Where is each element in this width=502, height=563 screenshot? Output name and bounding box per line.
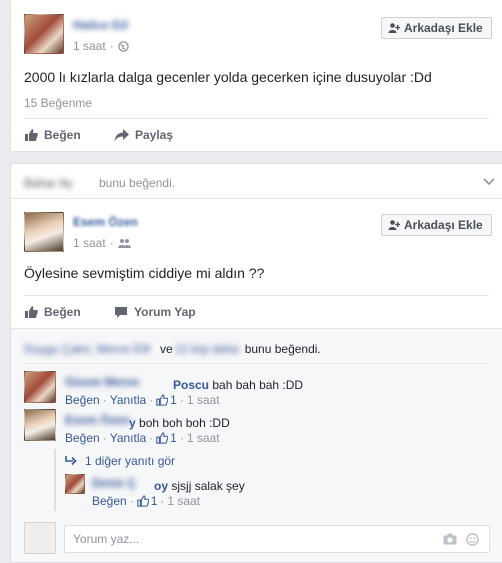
add-friend-icon — [388, 22, 401, 34]
author-name-text: Esem Özen — [73, 215, 138, 229]
reply-thread-line — [54, 449, 56, 511]
comment-reply-link[interactable]: Yanıtla — [110, 393, 146, 407]
story-divider — [11, 198, 502, 199]
comment-text: boh boh boh :DD — [139, 416, 230, 430]
replier-avatar[interactable] — [65, 474, 85, 494]
post-meta: 1 saat · — [73, 236, 131, 250]
likers-summary: Duygu Çakır, Merve Elif ve 12 kişi daha … — [24, 342, 321, 356]
commenter-name[interactable]: Poscu — [173, 378, 209, 392]
comment-time[interactable]: 1 saat — [187, 393, 220, 407]
share-icon — [114, 128, 129, 141]
commenter-avatar[interactable] — [24, 409, 56, 441]
comment-body: Gizem Merve Poscu bah bah bah :DD — [65, 375, 303, 392]
comment-label: Yorum Yap — [134, 305, 196, 319]
comment-reply-link[interactable]: Yanıtla — [110, 431, 146, 445]
like-label: Beğen — [44, 128, 81, 142]
reply-arrow-icon — [65, 456, 77, 466]
post-card-1: Hatice Ed 1 saat · Arkadaşı Ekle 2000 lı… — [10, 0, 502, 152]
friends-icon[interactable] — [117, 238, 131, 248]
post-meta: 1 saat · — [73, 39, 129, 53]
post-time[interactable]: 1 saat — [73, 236, 106, 250]
divider — [24, 295, 489, 296]
author-name[interactable]: Hatice Ed — [73, 18, 128, 32]
reply: Deniz Çoy sjsjj salak şey Beğen · 1 · 1 … — [65, 472, 465, 512]
globe-icon[interactable] — [117, 40, 129, 52]
author-avatar[interactable] — [24, 14, 64, 54]
like-count-icon — [156, 394, 169, 406]
comment: Gizem Merve Poscu bah bah bah :DD Beğen ·… — [24, 371, 484, 407]
post-text: Öylesine sevmiştim ciddiye mi aldın ?? — [24, 265, 265, 281]
like-count-icon — [156, 432, 169, 444]
like-button[interactable]: Beğen — [24, 128, 81, 142]
commenter-name[interactable]: y — [129, 416, 136, 430]
add-friend-icon — [388, 219, 401, 231]
post-time[interactable]: 1 saat — [73, 39, 106, 53]
like-label: Beğen — [44, 305, 81, 319]
commenter-name-hidden[interactable]: Gizem Merve — [65, 375, 173, 389]
comment-input[interactable]: Yorum yaz... — [64, 525, 490, 553]
commenter-avatar[interactable] — [24, 371, 56, 403]
story-header: Bahar Ay bunu beğendi. — [24, 176, 175, 190]
reply-text: sjsjj salak şey — [171, 479, 245, 493]
reply-actions: Beğen · 1 · 1 saat — [92, 494, 201, 508]
add-friend-label: Arkadaşı Ekle — [404, 21, 483, 35]
replier-name-hidden[interactable]: Deniz Ç — [92, 476, 154, 490]
comment-button[interactable]: Yorum Yap — [114, 305, 196, 319]
my-avatar[interactable] — [24, 522, 56, 554]
divider — [24, 118, 489, 119]
comment-body: Esem Özeny boh boh boh :DD — [65, 413, 230, 430]
comment: Esem Özeny boh boh boh :DD Beğen · Yanıt… — [24, 409, 484, 445]
comment-time[interactable]: 1 saat — [187, 431, 220, 445]
thumbs-up-icon — [25, 129, 38, 141]
reply-like-count[interactable]: 1 — [151, 494, 158, 508]
like-count-icon — [137, 495, 149, 507]
likers-and: ve — [160, 342, 173, 356]
comment-actions: Beğen · Yanıtla · 1 · 1 saat — [65, 393, 220, 407]
likers-names[interactable]: Duygu Çakır, Merve Elif — [24, 342, 158, 356]
post-text: 2000 lı kızlarla dalga gecenler yolda ge… — [24, 69, 432, 85]
add-friend-button[interactable]: Arkadaşı Ekle — [381, 214, 492, 236]
author-name[interactable]: Esem Özen — [73, 215, 138, 229]
like-button[interactable]: Beğen — [24, 305, 81, 319]
more-replies-link[interactable]: 1 diğer yanıtı gör — [65, 454, 175, 468]
reply-like-link[interactable]: Beğen — [92, 494, 127, 508]
more-replies-text: 1 diğer yanıtı gör — [85, 454, 176, 468]
comment-icon — [115, 306, 127, 318]
comment-like-link[interactable]: Beğen — [65, 431, 100, 445]
comment-input-placeholder: Yorum yaz... — [73, 532, 140, 546]
comment-like-link[interactable]: Beğen — [65, 393, 100, 407]
add-friend-button[interactable]: Arkadaşı Ekle — [381, 17, 492, 39]
reply-body: Deniz Çoy sjsjj salak şey — [92, 476, 245, 493]
comment-text: bah bah bah :DD — [212, 378, 304, 392]
author-avatar[interactable] — [24, 212, 64, 252]
replier-name[interactable]: oy — [154, 479, 168, 493]
commenter-name-hidden[interactable]: Esem Özen — [65, 413, 129, 427]
emoji-icon[interactable] — [466, 533, 479, 546]
thumbs-up-icon — [25, 306, 38, 318]
comment-like-count[interactable]: 1 — [170, 431, 177, 445]
likes-count[interactable]: 15 Beğenme — [24, 96, 92, 110]
chevron-down-icon[interactable] — [483, 178, 495, 186]
post-card-2: Bahar Ay bunu beğendi. Esem Özen 1 saat … — [10, 163, 502, 563]
divider — [24, 363, 489, 364]
likers-suffix: bunu beğendi. — [244, 342, 321, 356]
comments-section: Duygu Çakır, Merve Elif ve 12 kişi daha … — [11, 328, 502, 562]
share-button[interactable]: Paylaş — [114, 128, 173, 142]
share-label: Paylaş — [135, 128, 174, 142]
reply-time[interactable]: 1 saat — [167, 494, 200, 508]
comment-like-count[interactable]: 1 — [170, 393, 177, 407]
add-friend-label: Arkadaşı Ekle — [404, 218, 483, 232]
story-text: bunu beğendi. — [99, 176, 176, 190]
likers-others[interactable]: 12 kişi daha — [175, 342, 241, 356]
comment-actions: Beğen · Yanıtla · 1 · 1 saat — [65, 431, 220, 445]
liker-name[interactable]: Bahar Ay — [24, 176, 94, 190]
camera-icon[interactable] — [443, 533, 457, 545]
